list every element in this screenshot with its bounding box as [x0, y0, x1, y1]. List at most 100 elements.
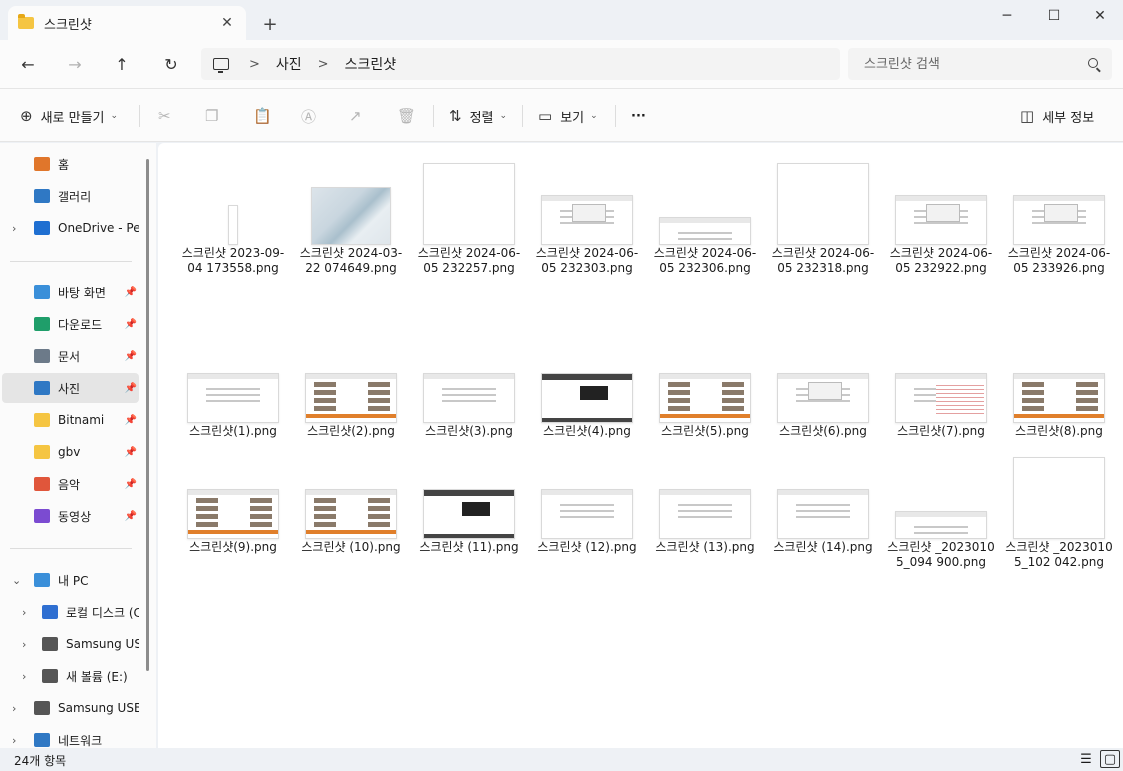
divider: [139, 105, 140, 127]
sidebar-item[interactable]: 동영상 📌: [2, 501, 139, 531]
thumbnail-area: [296, 337, 406, 423]
file-thumbnail: [1013, 195, 1105, 245]
file-item[interactable]: 스크린샷(3).png: [414, 337, 524, 439]
sidebar-item[interactable]: › 로컬 디스크 (C: [2, 597, 139, 627]
forward-button[interactable]: →: [61, 50, 89, 78]
file-item[interactable]: 스크린샷(2).png: [296, 337, 406, 439]
pin-icon: 📌: [124, 510, 137, 522]
sidebar-item[interactable]: 사진 📌: [2, 373, 139, 403]
file-item[interactable]: 스크린샷(5).png: [650, 337, 760, 439]
tab-screenshots[interactable]: 스크린샷 ✕: [8, 6, 246, 40]
sidebar-item[interactable]: 홈: [2, 149, 139, 179]
file-item[interactable]: 스크린샷 2024-06-05 233926.png: [1004, 159, 1114, 276]
back-button[interactable]: ←: [14, 50, 42, 78]
sidebar-item[interactable]: Bitnami 📌: [2, 405, 139, 435]
sidebar-item[interactable]: › 새 볼륨 (E:): [2, 661, 139, 691]
gallery-icon: [34, 189, 50, 203]
close-tab-button[interactable]: ✕: [216, 12, 238, 34]
minimize-button[interactable]: ─: [984, 0, 1030, 32]
up-button[interactable]: ↑: [108, 50, 136, 78]
maximize-button[interactable]: ☐: [1031, 0, 1077, 32]
title-bar: 스크린샷 ✕ + ─ ☐ ✕: [0, 0, 1123, 40]
chevron-right-icon[interactable]: ›: [22, 606, 26, 619]
address-bar[interactable]: > 사진 > 스크린샷: [201, 48, 840, 80]
thumbnail-area: [178, 453, 288, 539]
breadcrumb-separator: >: [317, 56, 329, 72]
usb-drive-icon: [34, 701, 50, 715]
sidebar-item[interactable]: 문서 📌: [2, 341, 139, 371]
delete-button[interactable]: 🗑: [397, 103, 424, 129]
divider: [615, 105, 616, 127]
share-button[interactable]: ↗: [349, 103, 370, 129]
chevron-right-icon[interactable]: ›: [12, 222, 16, 235]
sidebar-item[interactable]: › Samsung USB: [2, 629, 139, 659]
sidebar-item[interactable]: › Samsung USB (: [2, 693, 139, 723]
file-item[interactable]: 스크린샷(1).png: [178, 337, 288, 439]
drive-icon: [42, 669, 58, 683]
file-item[interactable]: 스크린샷 (12).png: [532, 453, 642, 555]
breadcrumb-pictures[interactable]: 사진: [276, 54, 302, 74]
file-item[interactable]: 스크린샷 2024-06-05 232257.png: [414, 159, 524, 276]
thumbnail-area: [768, 159, 878, 245]
file-thumbnail: [423, 373, 515, 423]
file-item[interactable]: 스크린샷(9).png: [178, 453, 288, 555]
sidebar-item-label: 갤러리: [58, 189, 92, 204]
refresh-button[interactable]: ↻: [157, 50, 185, 78]
file-name: 스크린샷(6).png: [779, 424, 867, 438]
sidebar-item[interactable]: 다운로드 📌: [2, 309, 139, 339]
search-box[interactable]: [848, 48, 1112, 80]
sidebar-item-label: Samsung USB: [66, 637, 139, 651]
file-item[interactable]: 스크린샷 _20230105_094 900.png: [886, 453, 996, 570]
file-item[interactable]: 스크린샷 (14).png: [768, 453, 878, 555]
sidebar-item[interactable]: gbv 📌: [2, 437, 139, 467]
file-item[interactable]: 스크린샷 _20230105_102 042.png: [1004, 453, 1114, 570]
sidebar-scrollbar[interactable]: [146, 159, 149, 671]
folder-icon: [34, 413, 50, 427]
sidebar-item[interactable]: ⌄ 내 PC: [2, 565, 139, 595]
details-view-button[interactable]: ☰: [1076, 750, 1096, 768]
chevron-down-icon[interactable]: ⌄: [12, 574, 21, 587]
paste-button[interactable]: 📋: [253, 103, 280, 129]
close-window-button[interactable]: ✕: [1077, 0, 1123, 32]
file-item[interactable]: 스크린샷 2024-03-22 074649.png: [296, 159, 406, 276]
more-options-button[interactable]: ···: [631, 103, 646, 129]
file-item[interactable]: 스크린샷 2024-06-05 232306.png: [650, 159, 760, 276]
chevron-right-icon[interactable]: ›: [12, 702, 16, 715]
chevron-right-icon[interactable]: ›: [22, 670, 26, 683]
cut-button[interactable]: ✂: [158, 103, 179, 129]
file-item[interactable]: 스크린샷 2024-06-05 232318.png: [768, 159, 878, 276]
file-item[interactable]: 스크린샷 2024-06-05 232922.png: [886, 159, 996, 276]
rename-button[interactable]: Ⓐ: [301, 103, 324, 129]
file-item[interactable]: 스크린샷(6).png: [768, 337, 878, 439]
sidebar-item[interactable]: 갤러리: [2, 181, 139, 211]
sidebar-item[interactable]: › OneDrive - Pers: [2, 213, 139, 243]
breadcrumb-screenshots[interactable]: 스크린샷: [345, 54, 397, 74]
file-item[interactable]: 스크린샷 (10).png: [296, 453, 406, 555]
thumbnail-area: [1004, 453, 1114, 539]
file-item[interactable]: 스크린샷(8).png: [1004, 337, 1114, 439]
copy-button[interactable]: ❐: [205, 103, 226, 129]
search-input[interactable]: [864, 56, 1074, 72]
large-icons-view-button[interactable]: ▢: [1100, 750, 1120, 768]
file-item[interactable]: 스크린샷 2023-09-04 173558.png: [178, 159, 288, 276]
new-button[interactable]: ⊕ 새로 만들기 ⌄: [20, 103, 118, 129]
sort-button[interactable]: ⇅ 정렬 ⌄: [449, 103, 507, 129]
thumbnail-area: [650, 337, 760, 423]
new-tab-button[interactable]: +: [258, 12, 282, 36]
sidebar-item[interactable]: 음악 📌: [2, 469, 139, 499]
file-name: 스크린샷 (10).png: [301, 540, 401, 554]
file-item[interactable]: 스크린샷 2024-06-05 232303.png: [532, 159, 642, 276]
file-item[interactable]: 스크린샷(7).png: [886, 337, 996, 439]
clipboard-icon: 📋: [253, 107, 272, 125]
view-button[interactable]: ▭ 보기 ⌄: [538, 103, 598, 129]
chevron-right-icon[interactable]: ›: [22, 638, 26, 651]
file-item[interactable]: 스크린샷 (11).png: [414, 453, 524, 555]
details-pane-button[interactable]: ◫ 세부 정보: [1020, 103, 1094, 129]
file-item[interactable]: 스크린샷 (13).png: [650, 453, 760, 555]
pin-icon: 📌: [124, 414, 137, 426]
chevron-right-icon[interactable]: ›: [12, 734, 16, 747]
view-icon: ▭: [538, 107, 553, 125]
file-item[interactable]: 스크린샷(4).png: [532, 337, 642, 439]
sidebar-item-label: 로컬 디스크 (C: [66, 605, 139, 620]
sidebar-item[interactable]: 바탕 화면 📌: [2, 277, 139, 307]
